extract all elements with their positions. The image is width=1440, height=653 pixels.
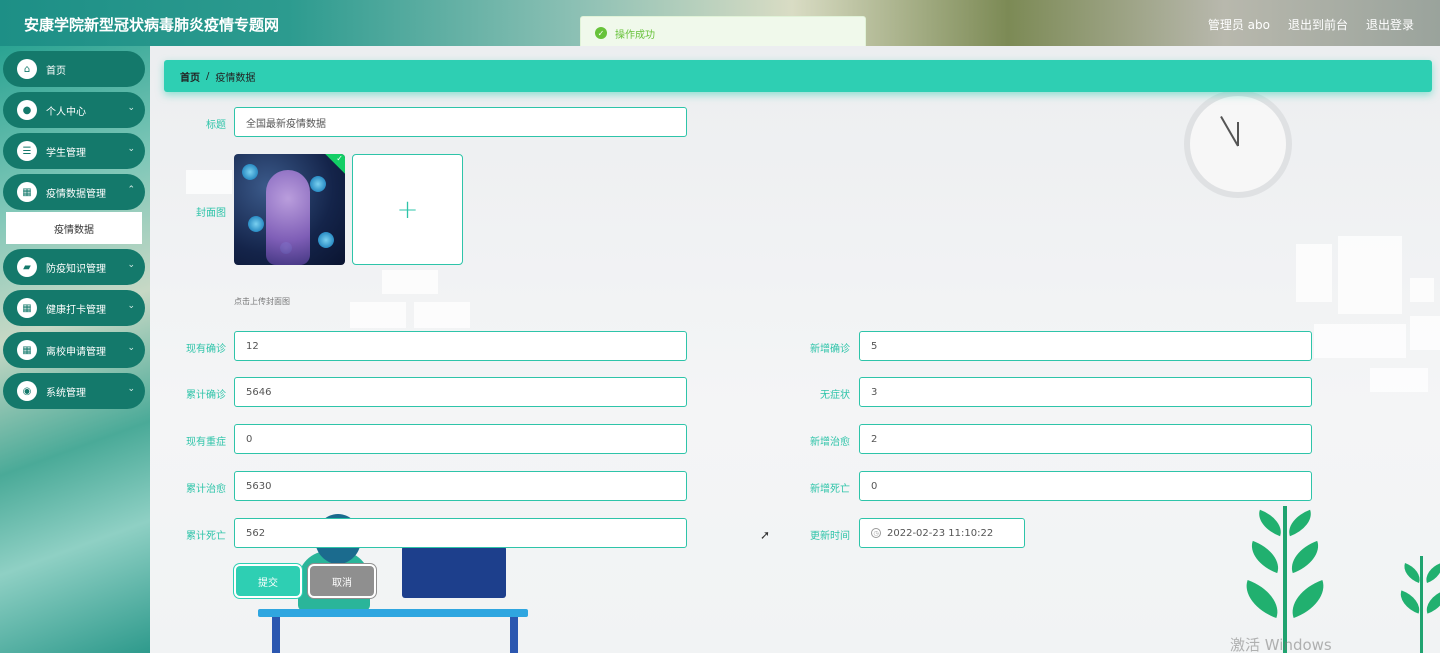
- sidebar-item-student-management[interactable]: ☰ 学生管理 ⌄: [3, 133, 145, 169]
- sliders-icon: ☰: [17, 141, 37, 161]
- title-input[interactable]: 全国最新疫情数据: [234, 107, 687, 137]
- user-icon: ●: [17, 100, 37, 120]
- sidebar-item-prevention-knowledge[interactable]: ▰ 防疫知识管理 ⌄: [3, 249, 145, 285]
- cover-image-thumbnail[interactable]: ✓: [234, 154, 345, 265]
- sidebar-item-label: 防疫知识管理: [46, 263, 106, 275]
- back-to-front-link[interactable]: 退出到前台: [1288, 16, 1348, 33]
- desk-illustration: [258, 609, 528, 617]
- sidebar-item-leave-application[interactable]: ▦ 离校申请管理 ⌄: [3, 332, 145, 368]
- new-confirmed-label: 新增确诊: [810, 344, 850, 355]
- check-circle-icon: ✓: [595, 27, 607, 39]
- sidebar-item-label: 个人中心: [46, 106, 86, 118]
- current-severe-label: 现有重症: [186, 437, 226, 448]
- sidebar-item-label: 系统管理: [46, 387, 86, 399]
- chevron-up-icon: ⌃: [127, 185, 135, 195]
- new-cured-label: 新增治愈: [810, 437, 850, 448]
- background-decoration: [1296, 244, 1332, 302]
- header-links: 管理员 abo 退出到前台 退出登录: [1208, 16, 1414, 33]
- sidebar-item-personal-center[interactable]: ● 个人中心 ⌄: [3, 92, 145, 128]
- breadcrumb-separator: /: [206, 70, 210, 82]
- sidebar: ⌂ 首页 ● 个人中心 ⌄ ☰ 学生管理 ⌄ ▦ 疫情数据管理 ⌃ 疫情数据 ▰…: [0, 46, 150, 653]
- sidebar-item-epidemic-data-management[interactable]: ▦ 疫情数据管理 ⌃: [3, 174, 145, 210]
- monitor-illustration: [402, 546, 506, 598]
- plant-illustration: [1283, 506, 1287, 653]
- site-title: 安康学院新型冠状病毒肺炎疫情专题网: [24, 16, 280, 34]
- home-icon: ⌂: [17, 59, 37, 79]
- background-decoration: [1410, 278, 1434, 302]
- current-severe-input[interactable]: 0: [234, 424, 687, 454]
- wall-clock-illustration: [1184, 90, 1292, 198]
- upload-tip: 点击上传封面图: [234, 297, 290, 306]
- background-decoration: [1370, 368, 1428, 392]
- chevron-down-icon: ⌄: [127, 144, 135, 154]
- clock-icon: ◷: [871, 528, 881, 538]
- current-user-label: 管理员 abo: [1207, 18, 1270, 32]
- update-time-label: 更新时间: [810, 531, 850, 542]
- sidebar-item-label: 疫情数据管理: [46, 188, 106, 200]
- new-deaths-input[interactable]: 0: [859, 471, 1312, 501]
- background-decoration: [1338, 236, 1402, 314]
- pin-icon: ◉: [17, 381, 37, 401]
- cancel-button[interactable]: 取消: [310, 566, 374, 596]
- background-decoration: [1410, 316, 1440, 350]
- update-time-picker[interactable]: ◷ 2022-02-23 11:10:22: [859, 518, 1025, 548]
- check-icon: ✓: [336, 154, 343, 163]
- sidebar-item-label: 健康打卡管理: [46, 304, 106, 316]
- background-decoration: [382, 270, 438, 294]
- grid-icon: ▦: [17, 340, 37, 360]
- sidebar-item-system-management[interactable]: ◉ 系统管理 ⌄: [3, 373, 145, 409]
- breadcrumb-current: 疫情数据: [215, 72, 256, 84]
- background-decoration: [350, 302, 406, 328]
- sidebar-item-home[interactable]: ⌂ 首页: [3, 51, 145, 87]
- total-cured-label: 累计治愈: [186, 484, 226, 495]
- chevron-down-icon: ⌄: [127, 384, 135, 394]
- total-deaths-input[interactable]: 562: [234, 518, 687, 548]
- sidebar-item-label: 离校申请管理: [46, 346, 106, 358]
- grid-icon: ▦: [17, 298, 37, 318]
- upload-cover-button[interactable]: +: [352, 154, 463, 265]
- wallet-icon: ▰: [17, 257, 37, 277]
- chevron-down-icon: ⌄: [127, 260, 135, 270]
- new-cured-input[interactable]: 2: [859, 424, 1312, 454]
- breadcrumb-home[interactable]: 首页: [180, 69, 200, 84]
- chevron-down-icon: ⌄: [127, 301, 135, 311]
- main-content: 首页 / 疫情数据 标题 全国最新疫情数据 封面图 ✓ + 点击上传封面图 现有…: [150, 46, 1440, 653]
- toast-message: 操作成功: [615, 29, 655, 41]
- background-decoration: [186, 170, 232, 194]
- sidebar-item-label: 首页: [46, 65, 66, 77]
- background-decoration: [1314, 324, 1406, 358]
- update-time-value: 2022-02-23 11:10:22: [887, 527, 994, 539]
- new-confirmed-input[interactable]: 5: [859, 331, 1312, 361]
- cover-label: 封面图: [196, 208, 226, 219]
- total-cured-input[interactable]: 5630: [234, 471, 687, 501]
- title-label: 标题: [206, 120, 226, 131]
- total-confirmed-input[interactable]: 5646: [234, 377, 687, 407]
- current-confirmed-label: 现有确诊: [186, 344, 226, 355]
- asymptomatic-input[interactable]: 3: [859, 377, 1312, 407]
- logout-link[interactable]: 退出登录: [1366, 16, 1414, 33]
- asymptomatic-label: 无症状: [820, 390, 850, 401]
- chevron-down-icon: ⌄: [127, 103, 135, 113]
- total-confirmed-label: 累计确诊: [186, 390, 226, 401]
- current-confirmed-input[interactable]: 12: [234, 331, 687, 361]
- submit-button[interactable]: 提交: [236, 566, 300, 596]
- windows-activation-watermark: 激活 Windows: [1230, 636, 1332, 653]
- sidebar-item-health-checkin[interactable]: ▦ 健康打卡管理 ⌄: [3, 290, 145, 326]
- background-decoration: [414, 302, 470, 328]
- new-deaths-label: 新增死亡: [810, 484, 850, 495]
- breadcrumb: 首页 / 疫情数据: [164, 60, 1432, 92]
- sidebar-item-label: 学生管理: [46, 147, 86, 159]
- sidebar-subitem-epidemic-data[interactable]: 疫情数据: [6, 212, 142, 244]
- plus-icon: +: [396, 194, 419, 225]
- total-deaths-label: 累计死亡: [186, 531, 226, 542]
- mouse-cursor-icon: ➚: [760, 528, 771, 542]
- grid-icon: ▦: [17, 182, 37, 202]
- success-toast: ✓ 操作成功: [580, 16, 866, 50]
- chevron-down-icon: ⌄: [127, 343, 135, 353]
